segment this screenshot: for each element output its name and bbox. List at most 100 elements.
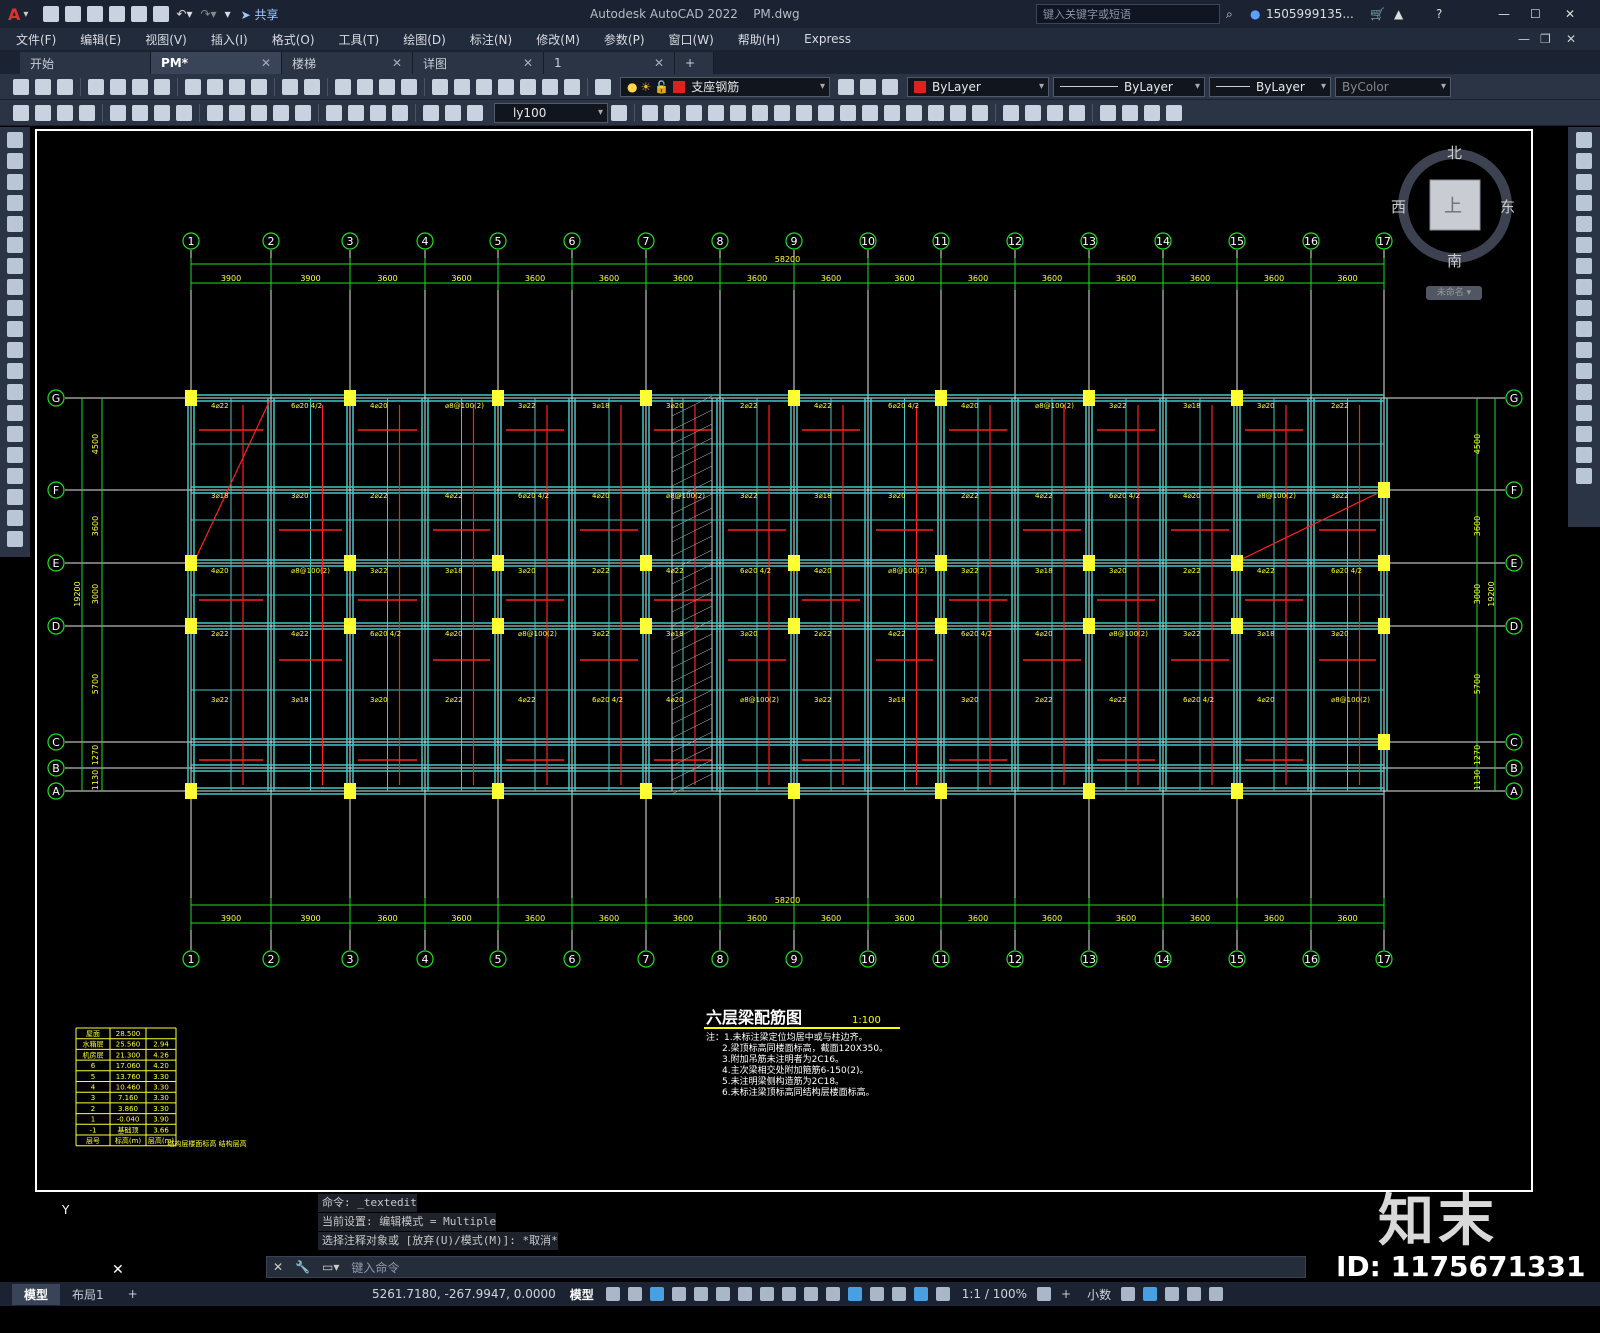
sheet-set-icon[interactable] (498, 78, 514, 95)
close-icon[interactable]: ✕ (261, 56, 271, 70)
region-icon[interactable] (7, 468, 23, 484)
stretch-icon[interactable] (818, 104, 834, 121)
stretch-icon[interactable] (1576, 300, 1592, 316)
arc-icon[interactable] (7, 237, 23, 253)
inspect-icon[interactable] (370, 104, 386, 121)
jogged-linear-icon[interactable] (392, 104, 408, 121)
close-button[interactable]: ✕ (1565, 7, 1575, 21)
ortho-icon[interactable] (649, 1287, 664, 1301)
help-icon[interactable]: ? (1436, 7, 1442, 21)
auto-scale-icon[interactable] (935, 1287, 950, 1301)
lightbulb-icon[interactable]: ● (627, 80, 637, 94)
fillet-icon[interactable] (1576, 426, 1592, 442)
dim-text-edit-icon[interactable] (445, 104, 461, 121)
tab-1[interactable]: 1 ✕ (544, 52, 675, 74)
menu-help[interactable]: 帮助(H) (726, 31, 792, 48)
chamfer-icon[interactable] (928, 104, 944, 121)
selection-cycling-icon[interactable] (803, 1287, 818, 1301)
menu-window[interactable]: 窗口(W) (657, 31, 726, 48)
move-icon[interactable] (752, 104, 768, 121)
3d-dwf-icon[interactable] (154, 78, 170, 95)
center-mark-icon[interactable] (348, 104, 364, 121)
tolerance-icon[interactable] (326, 104, 342, 121)
polyline-icon[interactable] (7, 174, 23, 190)
maximize-button[interactable]: ☐ (1530, 7, 1541, 21)
command-input[interactable]: 键入命令 (351, 1259, 399, 1276)
menu-express[interactable]: Express (792, 32, 863, 46)
menu-modify[interactable]: 修改(M) (524, 31, 592, 48)
grid-icon[interactable] (605, 1287, 620, 1301)
search-box[interactable]: 键入关键字或短语 (1036, 4, 1220, 24)
annotation-visibility-icon[interactable] (913, 1287, 928, 1301)
mirror-icon[interactable] (686, 104, 702, 121)
radius-icon[interactable] (110, 104, 126, 121)
dimstyle-manager-icon[interactable] (611, 104, 627, 121)
design-center-icon[interactable] (454, 78, 470, 95)
clean-screen-icon[interactable] (1187, 1287, 1202, 1301)
array-icon[interactable] (730, 104, 746, 121)
publish-icon[interactable] (132, 78, 148, 95)
workspace-gear-icon[interactable] (1037, 1287, 1052, 1301)
paste-icon[interactable] (229, 78, 245, 95)
share-button[interactable]: ➤ 共享 (241, 6, 279, 23)
spline-icon[interactable] (7, 300, 23, 316)
viewcube[interactable]: 北 南 东 西 上 未命名 ▾ (1391, 134, 1515, 304)
cart-icon[interactable]: 🛒 (1370, 7, 1385, 21)
baseline-icon[interactable] (229, 104, 245, 121)
add-selected-icon[interactable] (7, 531, 23, 547)
revcloud-icon[interactable] (7, 279, 23, 295)
layer-dropdown[interactable]: ● ☀ 🔓 支座钢筋 (620, 76, 830, 97)
pan-icon[interactable] (335, 78, 351, 95)
print-icon[interactable] (153, 6, 170, 22)
arc-length-icon[interactable] (57, 104, 73, 121)
ellipse-icon[interactable] (7, 321, 23, 337)
offset-icon[interactable] (1576, 195, 1592, 211)
object-snap-tracking-icon[interactable] (715, 1287, 730, 1301)
plot-icon[interactable] (88, 78, 104, 95)
dim-edit-icon[interactable] (423, 104, 439, 121)
preview-icon[interactable] (110, 78, 126, 95)
hatch-icon[interactable] (1166, 104, 1182, 121)
menu-edit[interactable]: 编辑(E) (68, 31, 133, 48)
open-file-icon[interactable] (65, 6, 82, 22)
layer-properties-icon[interactable] (595, 78, 611, 95)
viewcube-north[interactable]: 北 (1447, 142, 1462, 163)
gizmo-icon[interactable] (891, 1287, 906, 1301)
units-dropdown[interactable]: 小数 (1087, 1286, 1111, 1303)
copy-icon[interactable] (207, 78, 223, 95)
selection-filter-icon[interactable] (869, 1287, 884, 1301)
tab-detail[interactable]: 详图 ✕ (413, 52, 544, 74)
polygon-icon[interactable] (7, 195, 23, 211)
menu-view[interactable]: 视图(V) (133, 31, 199, 48)
doc-restore-button[interactable]: ❐ (1540, 32, 1551, 46)
offset-icon[interactable] (708, 104, 724, 121)
customization-icon[interactable] (1209, 1287, 1224, 1301)
doc-minimize-button[interactable]: — (1518, 32, 1530, 46)
tab-pm[interactable]: PM* ✕ (151, 52, 282, 74)
join-icon[interactable] (1576, 384, 1592, 400)
lineweight-icon[interactable] (759, 1287, 774, 1301)
linear-dim-icon[interactable] (13, 104, 29, 121)
tab-layout1[interactable]: 布局1 (60, 1284, 116, 1305)
break-icon[interactable] (1576, 363, 1592, 379)
snap-icon[interactable] (627, 1287, 642, 1301)
construction-line-icon[interactable] (7, 153, 23, 169)
quick-properties-icon[interactable] (1121, 1287, 1136, 1301)
isolate-objects-icon[interactable] (1143, 1287, 1158, 1301)
properties-icon[interactable] (432, 78, 448, 95)
zoom-previous-icon[interactable] (401, 78, 417, 95)
object-snap-icon[interactable] (737, 1287, 752, 1301)
command-line[interactable]: ✕ 🔧 ▭▾ 键入命令 (266, 1256, 1306, 1278)
make-block-icon[interactable] (7, 384, 23, 400)
search-icon[interactable]: ⌕ (1226, 7, 1233, 22)
color-dropdown[interactable]: ByLayer (907, 76, 1049, 97)
app-menu-button[interactable]: A (8, 5, 20, 24)
bring-front-icon[interactable] (1025, 104, 1041, 121)
trim-icon[interactable] (1576, 321, 1592, 337)
model-space-button[interactable]: 模型 (570, 1286, 594, 1303)
ellipse-arc-icon[interactable] (7, 342, 23, 358)
break-at-point-icon[interactable] (884, 104, 900, 121)
match-properties-icon[interactable] (251, 78, 267, 95)
insert-block-icon[interactable] (7, 363, 23, 379)
extend-icon[interactable] (862, 104, 878, 121)
